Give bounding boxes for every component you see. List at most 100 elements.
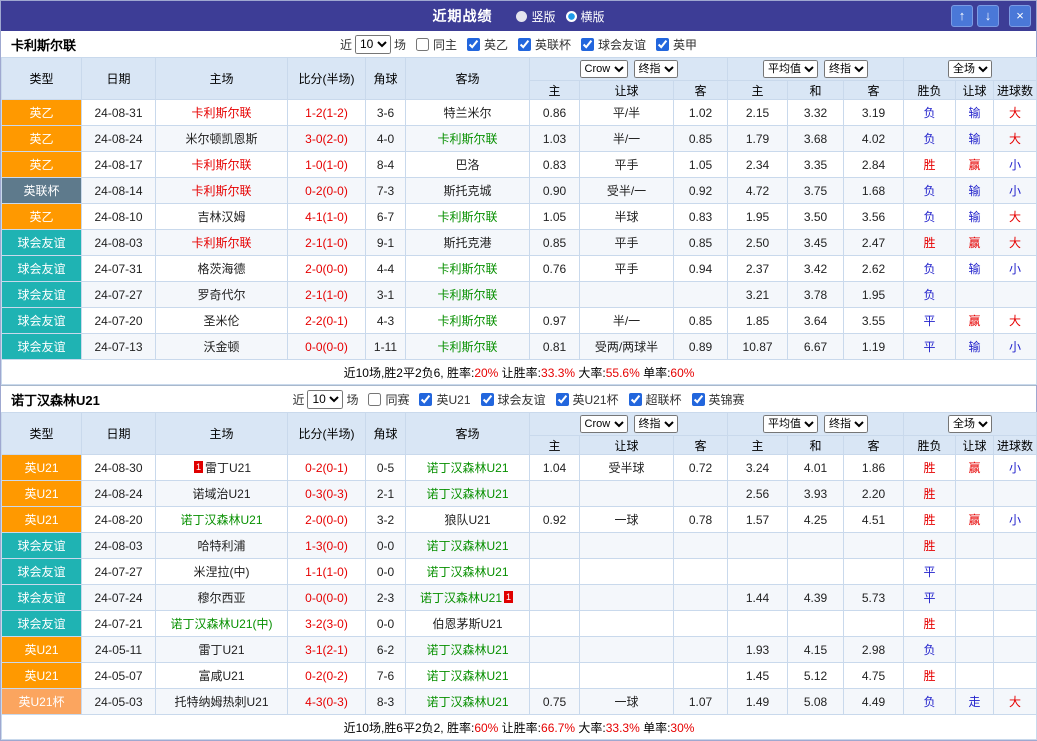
bookmaker-select[interactable]: Crow <box>579 415 628 433</box>
euro-time-select[interactable]: 终指 <box>824 60 869 78</box>
away-team-name[interactable]: 诺丁汉森林U21 <box>426 695 508 709</box>
league-type-badge[interactable]: 英U21 <box>1 662 82 689</box>
league-type-badge[interactable]: 球会友谊 <box>1 255 82 282</box>
away-team-name[interactable]: 诺丁汉森林U21 <box>426 487 508 501</box>
recent-count-select[interactable]: 10 <box>354 34 391 54</box>
home-team[interactable]: 米涅拉(中) <box>155 558 288 585</box>
away-team-name[interactable]: 伯恩茅斯U21 <box>432 617 502 631</box>
league-type-badge[interactable]: 英U21杯 <box>1 688 82 715</box>
away-team-name[interactable]: 卡利斯尔联 <box>437 132 497 146</box>
away-team-name[interactable]: 诺丁汉森林U21 <box>426 539 508 553</box>
home-team[interactable]: 诺域治U21 <box>155 480 288 507</box>
league-type-badge[interactable]: 球会友谊 <box>1 532 82 559</box>
league-checkbox-0[interactable] <box>466 37 480 51</box>
league-checkbox-2[interactable] <box>581 37 595 51</box>
home-team-name[interactable]: 卡利斯尔联 <box>191 184 251 198</box>
home-team[interactable]: 吉林汉姆 <box>155 203 288 230</box>
league-type-badge[interactable]: 英乙 <box>1 99 82 126</box>
league-checkbox-1[interactable] <box>518 37 531 51</box>
league-checkbox-2[interactable] <box>555 392 569 406</box>
home-team[interactable]: 哈特利浦 <box>155 532 288 559</box>
home-team[interactable]: 圣米伦 <box>155 307 288 334</box>
away-team[interactable]: 卡利斯尔联 <box>405 307 530 334</box>
radio-icon[interactable] <box>516 10 528 22</box>
away-team[interactable]: 诺丁汉森林U21 <box>405 454 530 481</box>
away-team-name[interactable]: 诺丁汉森林U21 <box>426 461 508 475</box>
home-team-name[interactable]: 穆尔西亚 <box>197 591 245 605</box>
league-type-badge[interactable]: 球会友谊 <box>1 281 82 308</box>
close-button[interactable]: × <box>1009 5 1031 27</box>
euro-average-select[interactable]: 平均值 <box>763 60 819 78</box>
away-team-name[interactable]: 巴洛 <box>455 158 479 172</box>
same-filter-checkbox[interactable] <box>368 392 382 406</box>
league-checkbox-3[interactable] <box>656 37 670 51</box>
league-checkbox-4[interactable] <box>691 392 705 406</box>
home-team[interactable]: 卡利斯尔联 <box>155 151 288 178</box>
away-team-name[interactable]: 卡利斯尔联 <box>437 262 497 276</box>
asian-time-select[interactable]: 终指 <box>633 60 678 78</box>
away-team-name[interactable]: 卡利斯尔联 <box>437 288 497 302</box>
away-team-name[interactable]: 诺丁汉森林U21 <box>420 591 502 605</box>
away-team[interactable]: 卡利斯尔联 <box>405 333 530 360</box>
away-team[interactable]: 卡利斯尔联 <box>405 281 530 308</box>
league-type-badge[interactable]: 英乙 <box>1 151 82 178</box>
away-team[interactable]: 斯托克城 <box>405 177 530 204</box>
away-team[interactable]: 斯托克港 <box>405 229 530 256</box>
away-team[interactable]: 卡利斯尔联 <box>405 203 530 230</box>
home-team-name[interactable]: 米尔顿凯恩斯 <box>185 132 257 146</box>
away-team[interactable]: 卡利斯尔联 <box>405 255 530 282</box>
league-type-badge[interactable]: 球会友谊 <box>1 229 82 256</box>
league-type-badge[interactable]: 英乙 <box>1 203 82 230</box>
bookmaker-select[interactable]: Crow <box>579 60 628 78</box>
home-team-name[interactable]: 圣米伦 <box>203 314 239 328</box>
recent-count-select[interactable]: 10 <box>307 389 344 409</box>
away-team[interactable]: 诺丁汉森林U21 <box>405 532 530 559</box>
home-team-name[interactable]: 罗奇代尔 <box>197 288 245 302</box>
layout-radio-horizontal[interactable]: 横版 <box>565 8 605 25</box>
home-team[interactable]: 罗奇代尔 <box>155 281 288 308</box>
scope-select[interactable]: 全场 <box>948 415 993 433</box>
league-type-badge[interactable]: 英U21 <box>1 454 82 481</box>
away-team[interactable]: 诺丁汉森林U21 <box>405 662 530 689</box>
away-team[interactable]: 诺丁汉森林U21 <box>405 480 530 507</box>
league-type-badge[interactable]: 球会友谊 <box>1 558 82 585</box>
home-team[interactable]: 卡利斯尔联 <box>155 229 288 256</box>
league-checkbox-0[interactable] <box>419 392 433 406</box>
league-checkbox-3[interactable] <box>628 392 642 406</box>
league-type-badge[interactable]: 英U21 <box>1 506 82 533</box>
home-team[interactable]: 雷丁U21 <box>155 636 288 663</box>
home-team-name[interactable]: 卡利斯尔联 <box>191 236 251 250</box>
asian-time-select[interactable]: 终指 <box>633 415 678 433</box>
home-team-name[interactable]: 吉林汉姆 <box>197 210 245 224</box>
home-team-name[interactable]: 沃金顿 <box>203 340 239 354</box>
home-team[interactable]: 穆尔西亚 <box>155 584 288 611</box>
away-team[interactable]: 特兰米尔 <box>405 99 530 126</box>
league-type-badge[interactable]: 英U21 <box>1 480 82 507</box>
home-team-name[interactable]: 卡利斯尔联 <box>191 158 251 172</box>
away-team-name[interactable]: 卡利斯尔联 <box>437 340 497 354</box>
home-team-name[interactable]: 诺丁汉森林U21(中) <box>170 617 272 631</box>
league-type-badge[interactable]: 英U21 <box>1 636 82 663</box>
home-team-name[interactable]: 哈特利浦 <box>197 539 245 553</box>
home-team-name[interactable]: 卡利斯尔联 <box>191 106 251 120</box>
league-type-badge[interactable]: 球会友谊 <box>1 333 82 360</box>
away-team-name[interactable]: 诺丁汉森林U21 <box>426 565 508 579</box>
up-button[interactable]: ↑ <box>951 5 973 27</box>
league-type-badge[interactable]: 球会友谊 <box>1 584 82 611</box>
away-team-name[interactable]: 卡利斯尔联 <box>437 210 497 224</box>
home-team[interactable]: 卡利斯尔联 <box>155 177 288 204</box>
layout-radio-vertical[interactable]: 竖版 <box>516 8 556 25</box>
league-type-badge[interactable]: 英联杯 <box>1 177 82 204</box>
home-team[interactable]: 诺丁汉森林U21 <box>155 506 288 533</box>
away-team[interactable]: 诺丁汉森林U21 <box>405 558 530 585</box>
home-team[interactable]: 富咸U21 <box>155 662 288 689</box>
down-button[interactable]: ↓ <box>977 5 999 27</box>
home-team[interactable]: 诺丁汉森林U21(中) <box>155 610 288 637</box>
away-team-name[interactable]: 特兰米尔 <box>443 106 491 120</box>
league-type-badge[interactable]: 球会友谊 <box>1 610 82 637</box>
away-team[interactable]: 伯恩茅斯U21 <box>405 610 530 637</box>
away-team-name[interactable]: 诺丁汉森林U21 <box>426 669 508 683</box>
league-type-badge[interactable]: 英乙 <box>1 125 82 152</box>
same-filter-checkbox[interactable] <box>415 37 429 51</box>
home-team-name[interactable]: 米涅拉(中) <box>194 565 250 579</box>
